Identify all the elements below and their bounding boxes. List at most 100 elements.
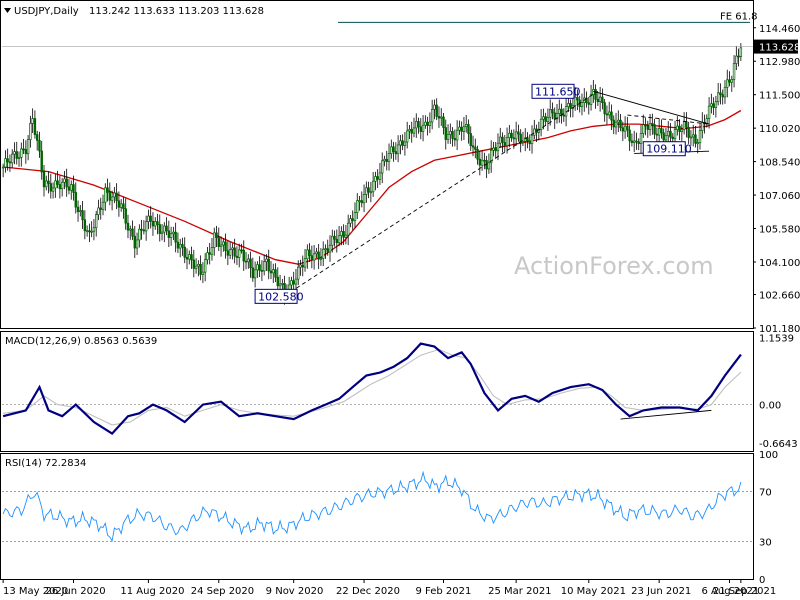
price-tick-label: 104.100 xyxy=(759,258,800,269)
price-tick-label: 105.580 xyxy=(759,225,800,236)
candle-body xyxy=(433,104,436,110)
macd-indicator: 1.1539 0.00 -0.6643 xyxy=(2,334,798,450)
candle-body xyxy=(349,218,352,224)
candle-body xyxy=(689,136,693,139)
candle-body xyxy=(367,187,370,193)
candle-body xyxy=(233,247,236,257)
candle-body xyxy=(453,138,457,141)
candle-body xyxy=(185,256,189,260)
candle-body xyxy=(208,252,211,255)
candle-body xyxy=(480,159,484,166)
rsi-tick-label: 0 xyxy=(759,575,765,586)
candle-body xyxy=(478,158,482,166)
rsi-tick-label: 70 xyxy=(759,488,772,499)
candle-body xyxy=(608,111,611,116)
candle-body xyxy=(117,200,121,208)
candle-body xyxy=(548,109,552,118)
candle-body xyxy=(326,248,329,253)
candle-body xyxy=(194,265,198,269)
candle-body xyxy=(657,128,661,136)
candle-body xyxy=(626,125,629,131)
candle-body xyxy=(632,140,636,143)
candle-body xyxy=(719,92,722,95)
candle-body xyxy=(476,148,479,160)
candle-body xyxy=(542,116,545,120)
candle-body xyxy=(163,225,166,233)
candle-body xyxy=(124,208,127,224)
low-annotation-label: 102.580 xyxy=(258,290,304,303)
candle-body xyxy=(510,132,513,139)
candle-body xyxy=(160,231,164,234)
candle-body xyxy=(269,270,273,274)
candle-body xyxy=(494,147,497,152)
x-tick-label: 9 Feb 2021 xyxy=(416,586,472,597)
candle-body xyxy=(253,269,257,279)
candle-body xyxy=(669,130,672,138)
candle-body xyxy=(70,184,73,191)
candle-body xyxy=(428,121,432,126)
candle-body xyxy=(308,249,311,257)
candle-body xyxy=(228,249,232,256)
candle-body xyxy=(281,283,284,285)
candle-body xyxy=(317,251,320,260)
candle-body xyxy=(85,230,89,233)
candle-body xyxy=(610,111,613,121)
candle-body xyxy=(449,131,452,135)
candle-body xyxy=(596,98,600,102)
candle-body xyxy=(165,225,168,232)
candle-body xyxy=(415,121,418,129)
candle-body xyxy=(20,148,23,158)
candle-body xyxy=(29,123,32,140)
candle-body xyxy=(421,124,425,132)
candle-body xyxy=(149,215,152,222)
candle-body xyxy=(58,184,62,190)
candle-body xyxy=(42,171,46,188)
candle-body xyxy=(694,134,697,144)
candle-body xyxy=(369,191,373,194)
x-tick-label: 23 Jun 2021 xyxy=(631,586,691,597)
candle-body xyxy=(721,94,724,98)
candle-body xyxy=(74,192,77,208)
macd-title: MACD(12,26,9) 0.8563 0.5639 xyxy=(5,336,157,347)
candle-body xyxy=(712,103,715,109)
candle-body xyxy=(265,258,268,263)
candle-body xyxy=(621,127,625,132)
candle-body xyxy=(299,264,302,268)
candle-body xyxy=(732,63,736,80)
candle-body xyxy=(115,192,118,202)
candle-body xyxy=(714,101,718,109)
candle-body xyxy=(56,180,59,185)
candle-body xyxy=(737,55,740,58)
candle-body xyxy=(471,145,475,148)
candle-body xyxy=(691,134,695,138)
candle-body xyxy=(328,244,332,253)
candle-body xyxy=(201,271,205,275)
candle-body xyxy=(696,142,699,145)
candle-body xyxy=(278,283,282,287)
candle-body xyxy=(648,123,652,130)
candle-body xyxy=(710,103,713,107)
candle-body xyxy=(119,203,123,208)
macd-signal-line xyxy=(3,348,742,426)
fe-level-label: FE 61.8 xyxy=(720,11,758,22)
candle-body xyxy=(260,270,264,272)
candle-body xyxy=(65,178,68,188)
price-tick-label: 102.660 xyxy=(759,291,800,302)
candle-body xyxy=(467,124,470,134)
candle-body xyxy=(76,206,80,213)
collapse-triangle-icon[interactable] xyxy=(4,8,11,13)
candle-body xyxy=(594,89,597,100)
candle-body xyxy=(140,228,143,231)
candle-body xyxy=(371,180,375,193)
candle-body xyxy=(319,257,323,260)
rsi-title: RSI(14) 72.2834 xyxy=(5,458,86,469)
candle-body xyxy=(274,269,277,278)
candle-body xyxy=(169,233,173,238)
candle-body xyxy=(290,280,293,286)
candle-body xyxy=(553,112,556,120)
candle-body xyxy=(331,235,334,246)
candle-body xyxy=(51,187,55,192)
candle-body xyxy=(426,121,429,126)
candle-body xyxy=(11,153,14,164)
candle-body xyxy=(301,264,304,268)
